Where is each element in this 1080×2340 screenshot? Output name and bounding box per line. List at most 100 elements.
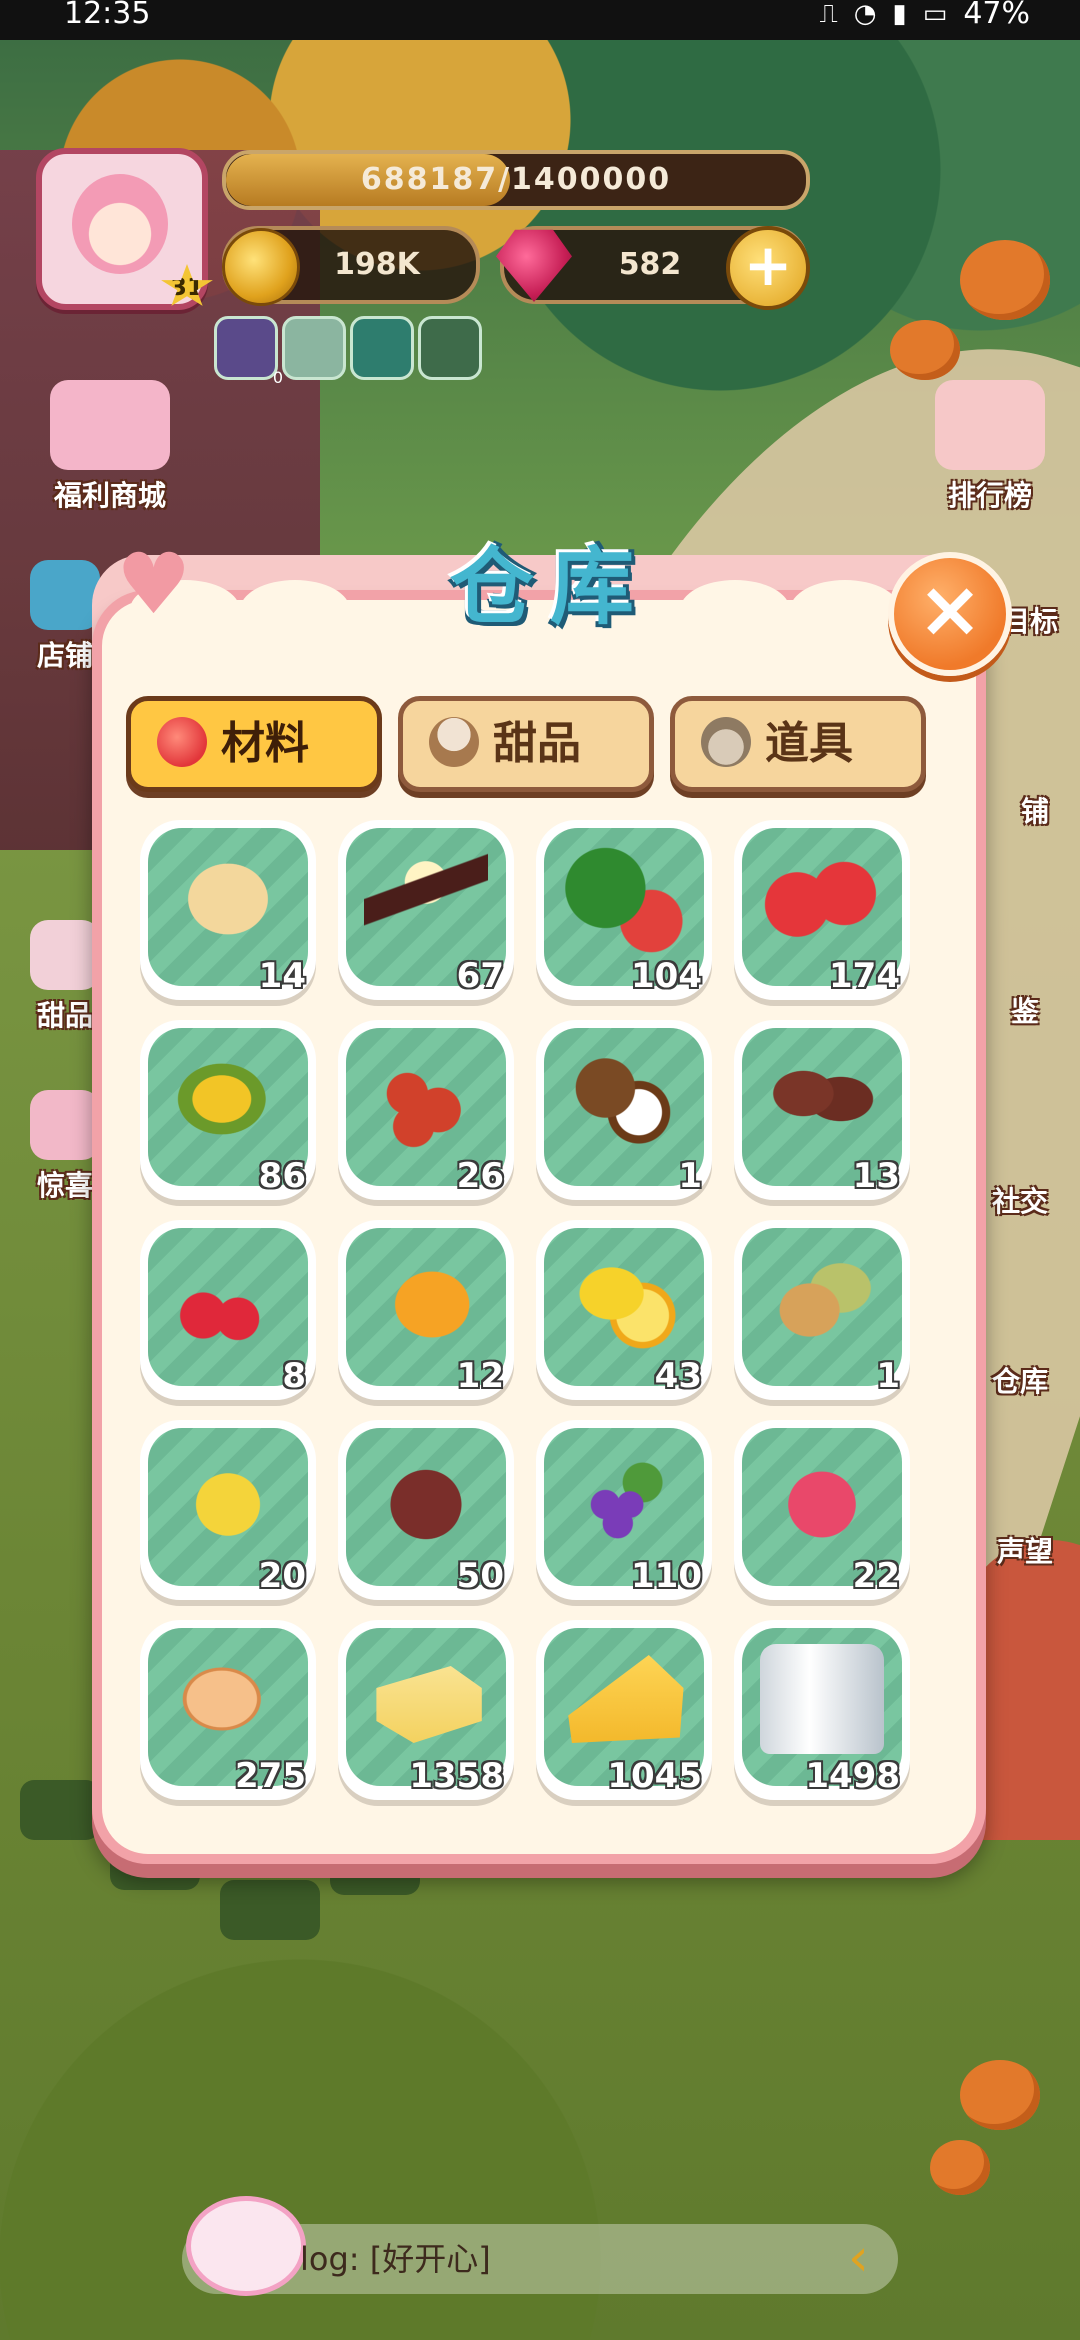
mango-icon: [364, 1244, 488, 1354]
pumpkin-decoration: [930, 2140, 990, 2195]
inventory-slot[interactable]: 110: [536, 1420, 712, 1600]
wheat-icon: [166, 844, 290, 954]
cheese-icon: [568, 1655, 684, 1743]
buff-bow-icon[interactable]: [418, 316, 482, 380]
collection-label: 鉴: [1010, 995, 1039, 1028]
category-tabs: 材料 甜品 道具: [126, 696, 926, 792]
item-count: 14: [258, 956, 306, 996]
scallop-decoration: [240, 580, 350, 640]
pumpkin-decoration: [960, 2060, 1040, 2130]
item-count: 12: [456, 1356, 504, 1396]
buff-star-icon[interactable]: 0: [214, 316, 283, 387]
inventory-slot[interactable]: 1: [536, 1020, 712, 1200]
podium-icon: [935, 380, 1045, 470]
surprise-label: 惊喜: [36, 1169, 93, 1202]
inventory-slot[interactable]: 8: [140, 1220, 316, 1400]
coin-counter[interactable]: 198K: [222, 226, 480, 306]
tomato-icon: [157, 717, 207, 767]
leaderboard-button[interactable]: 排行榜: [920, 380, 1060, 514]
item-count: 104: [631, 956, 702, 996]
item-count: 50: [456, 1556, 504, 1596]
chat-collapse-icon[interactable]: ‹: [848, 2230, 892, 2286]
butter-icon: [376, 1666, 482, 1743]
item-count: 1: [876, 1356, 900, 1396]
warehouse-side-button[interactable]: 仓库: [980, 1360, 1060, 1400]
egg-icon: [166, 1644, 290, 1754]
item-count: 1: [678, 1156, 702, 1196]
vanilla-icon: [364, 844, 488, 954]
cupcake-icon: [429, 717, 479, 767]
inventory-slot[interactable]: 13: [734, 1020, 910, 1200]
coin-icon: [222, 228, 300, 306]
signal-icon: ▮: [892, 0, 907, 29]
item-count: 8: [282, 1356, 306, 1396]
welfare-shop-button[interactable]: 福利商城: [30, 380, 190, 514]
tab-props[interactable]: 道具: [670, 696, 926, 792]
tab-materials-label: 材料: [221, 718, 309, 769]
social-label: 社交: [991, 1185, 1048, 1218]
tab-desserts[interactable]: 甜品: [398, 696, 654, 792]
dragon-fruit-icon: [760, 1444, 884, 1554]
cocoa-bean-icon: [760, 1044, 884, 1154]
gift-icon: [30, 1090, 100, 1160]
store-button[interactable]: 店铺: [30, 560, 100, 674]
inventory-slot[interactable]: 26: [338, 1020, 514, 1200]
crop-plot[interactable]: [220, 1880, 320, 1940]
inventory-slot[interactable]: 1: [734, 1220, 910, 1400]
tab-props-label: 道具: [765, 718, 853, 769]
gem-counter[interactable]: 582 +: [496, 226, 810, 310]
surprise-button[interactable]: 惊喜: [30, 1090, 100, 1204]
item-count: 275: [235, 1756, 306, 1796]
dessert-label: 甜品: [36, 999, 93, 1032]
inventory-slot[interactable]: 67: [338, 820, 514, 1000]
welfare-shop-label: 福利商城: [53, 479, 166, 512]
shop-button[interactable]: 铺: [995, 790, 1075, 830]
item-count: 86: [258, 1156, 306, 1196]
pot-icon: [701, 717, 751, 767]
add-gems-button[interactable]: +: [726, 226, 810, 310]
experience-text: 688187/1400000: [360, 162, 672, 197]
gem-amount: 582: [618, 247, 682, 282]
store-icon: [30, 560, 100, 630]
reputation-button[interactable]: 声望: [985, 1530, 1065, 1570]
tab-materials[interactable]: 材料: [126, 696, 382, 792]
inventory-slot[interactable]: 22: [734, 1420, 910, 1600]
inventory-slot[interactable]: 86: [140, 1020, 316, 1200]
chat-emoji-icon[interactable]: [186, 2196, 306, 2296]
reputation-label: 声望: [996, 1535, 1053, 1568]
inventory-slot[interactable]: 12: [338, 1220, 514, 1400]
scallop-decoration: [680, 580, 790, 640]
warehouse-side-label: 仓库: [991, 1365, 1048, 1398]
coconut-icon: [562, 1044, 686, 1154]
dialog-title: 仓库: [449, 538, 650, 636]
inventory-slot[interactable]: 1358: [338, 1620, 514, 1800]
inventory-slot[interactable]: 1498: [734, 1620, 910, 1800]
inventory-slot[interactable]: 104: [536, 820, 712, 1000]
buff-pig-icon[interactable]: [282, 316, 346, 380]
inventory-slot[interactable]: 174: [734, 820, 910, 1000]
grape-icon: [562, 1444, 686, 1554]
battery-icon: ▭: [922, 0, 948, 29]
sweet-potato-icon: [364, 1444, 488, 1554]
item-count: 1498: [805, 1756, 900, 1796]
crop-plot[interactable]: [20, 1780, 100, 1840]
inventory-slot[interactable]: 1045: [536, 1620, 712, 1800]
dessert-button[interactable]: 甜品: [30, 920, 100, 1034]
close-button[interactable]: ×: [888, 552, 1012, 676]
item-count: 110: [631, 1556, 702, 1596]
inventory-slot[interactable]: 275: [140, 1620, 316, 1800]
buff-count: 0: [272, 368, 283, 387]
cherry-icon: [166, 1244, 290, 1354]
clock: 12:35: [64, 0, 151, 31]
item-count: 26: [456, 1156, 504, 1196]
banana-icon: [166, 1444, 290, 1554]
inventory-slot[interactable]: 50: [338, 1420, 514, 1600]
inventory-slot[interactable]: 14: [140, 820, 316, 1000]
collection-button[interactable]: 鉴: [985, 990, 1065, 1030]
pumpkin-decoration: [890, 320, 960, 380]
inventory-slot[interactable]: 20: [140, 1420, 316, 1600]
cranberry-icon: [364, 1044, 488, 1154]
inventory-slot[interactable]: 43: [536, 1220, 712, 1400]
buff-heart-icon[interactable]: [350, 316, 414, 380]
social-button[interactable]: 社交: [980, 1180, 1060, 1220]
